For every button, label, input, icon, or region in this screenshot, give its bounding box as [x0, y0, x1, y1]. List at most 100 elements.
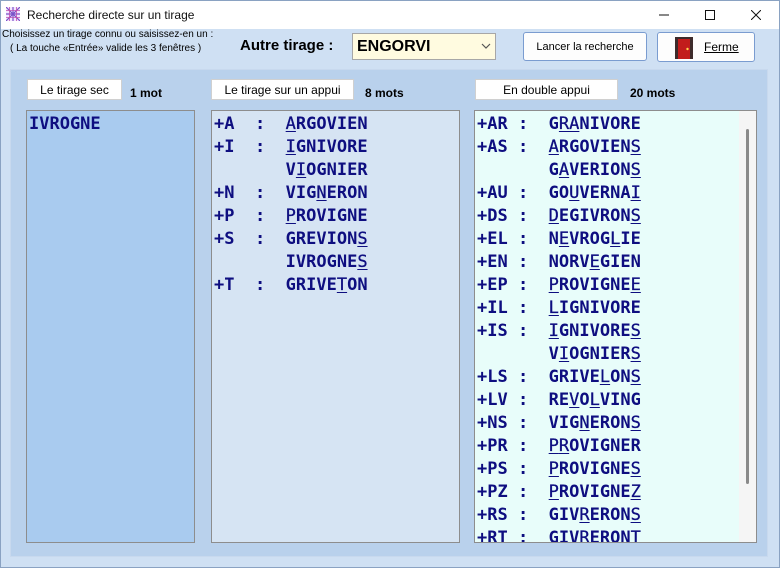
- added-letter: L: [548, 298, 560, 318]
- word-prefix: +LS :: [477, 367, 549, 387]
- word-part: ERON: [589, 413, 631, 433]
- word-row: +EL : NEVROGLIE: [477, 228, 641, 251]
- word-part: NORV: [548, 252, 590, 272]
- word-part: ON: [347, 275, 368, 295]
- word-part: GO: [548, 183, 570, 203]
- added-letter: N: [579, 413, 590, 433]
- word-row: +T : GRIVETON: [214, 274, 368, 297]
- search-button[interactable]: Lancer la recherche: [523, 32, 647, 61]
- close-window-button[interactable]: [733, 1, 779, 29]
- added-letter: S: [357, 229, 368, 249]
- word-part: ROVIGNE: [558, 459, 631, 479]
- added-letter: L: [599, 367, 611, 387]
- added-letter: P: [548, 436, 560, 456]
- tirage-combobox[interactable]: ENGORVI: [352, 33, 496, 60]
- word-row: +IS : IGNIVORES: [477, 320, 641, 343]
- word-part: GREVION: [285, 229, 358, 249]
- tirage-appui-count: 8 mots: [365, 86, 404, 100]
- word-prefix: +A :: [214, 114, 286, 134]
- double-appui-list[interactable]: +AR : GRANIVORE +AS : ARGOVIENS GAVERIONS…: [474, 110, 757, 543]
- added-letter: S: [630, 505, 641, 525]
- word-part: G: [548, 160, 559, 180]
- added-letter: P: [285, 206, 297, 226]
- minimize-icon: [659, 14, 669, 16]
- tirage-appui-button[interactable]: Le tirage sur un appui: [211, 79, 354, 100]
- word-part: VIG: [285, 183, 317, 203]
- tirage-combobox-value[interactable]: ENGORVI: [357, 38, 431, 56]
- word-part: VERNA: [579, 183, 631, 203]
- word-prefix: +P :: [214, 206, 286, 226]
- word-part: GIV: [548, 505, 580, 525]
- added-letter: S: [630, 344, 641, 364]
- word-part: RGOVIEN: [558, 137, 631, 157]
- tirage-appui-list[interactable]: +A : ARGOVIEN +I : IGNIVORE VIOGNIER +N : …: [211, 110, 460, 543]
- added-letter: R: [558, 436, 570, 456]
- window-title: Recherche directe sur un tirage: [27, 8, 195, 22]
- word-prefix: +IL :: [477, 298, 549, 318]
- word-part: GRIVE: [548, 367, 600, 387]
- word-part: VIG: [548, 413, 580, 433]
- scrollbar-thumb[interactable]: [746, 129, 749, 484]
- word-part: I: [558, 298, 570, 318]
- added-letter: P: [548, 275, 560, 295]
- added-letter: A: [548, 137, 560, 157]
- results-area: Le tirage sec 1 mot Le tirage sur un app…: [10, 69, 768, 557]
- word-row: +AR : GRANIVORE: [477, 113, 641, 136]
- word-part: RGOVIEN: [295, 114, 368, 134]
- added-letter: V: [569, 390, 580, 410]
- added-letter: L: [610, 229, 621, 249]
- added-letter: P: [548, 459, 560, 479]
- grid-pattern-icon: [6, 7, 20, 21]
- word-row: +IL : LIGNIVORE: [477, 297, 641, 320]
- word-row: +EN : NORVEGIEN: [477, 251, 641, 274]
- word-row: +RT : GIVRERONT: [477, 527, 641, 543]
- tirage-sec-list[interactable]: IVROGNE: [26, 110, 195, 543]
- word-part: ERON: [589, 505, 631, 525]
- app-window: Recherche directe sur un tirage Choisiss…: [0, 0, 780, 568]
- added-letter: S: [630, 160, 641, 180]
- word-prefix: +I :: [214, 137, 286, 157]
- word-row: +LV : REVOLVING: [477, 389, 641, 412]
- added-letter: P: [548, 482, 560, 502]
- minimize-button[interactable]: [641, 1, 687, 29]
- word-prefix: +AR :: [477, 114, 549, 134]
- word-prefix: +NS :: [477, 413, 549, 433]
- added-letter: I: [630, 183, 641, 203]
- word-part: ERON: [589, 528, 631, 543]
- ferme-button[interactable]: Ferme: [657, 32, 755, 62]
- added-letter: S: [357, 252, 368, 272]
- word-prefix: +LV :: [477, 390, 549, 410]
- added-letter: E: [558, 229, 570, 249]
- maximize-button[interactable]: [687, 1, 733, 29]
- word-row: +P : PROVIGNE: [214, 205, 368, 228]
- tirage-sec-button[interactable]: Le tirage sec: [27, 79, 122, 100]
- word-part: EGIVRON: [558, 206, 631, 226]
- word-row: +S : GREVIONS: [214, 228, 368, 251]
- chevron-down-icon[interactable]: [481, 43, 491, 50]
- added-letter: S: [630, 459, 641, 479]
- word-row: +PR : PROVIGNER: [477, 435, 641, 458]
- title-bar: Recherche directe sur un tirage: [1, 1, 779, 29]
- word-prefix: +RT :: [477, 528, 549, 543]
- word-prefix: +PR :: [477, 436, 549, 456]
- added-letter: S: [630, 321, 641, 341]
- double-appui-words: +AR : GRANIVORE +AS : ARGOVIENS GAVERIONS…: [477, 113, 641, 543]
- word-row: +PS : PROVIGNES: [477, 458, 641, 481]
- word-part: N: [548, 229, 559, 249]
- ferme-button-label: Ferme: [704, 40, 739, 54]
- word-part: IVROGNE: [285, 252, 358, 272]
- instructions-line2: ( La touche «Entrée» valide les 3 fenêtr…: [10, 43, 202, 54]
- word-row: +DS : DEGIVRONS: [477, 205, 641, 228]
- instructions-line1: Choisissez un tirage connu ou saisissez-…: [2, 29, 214, 40]
- added-letter: I: [295, 160, 307, 180]
- word-part: GIEN: [599, 252, 641, 272]
- word-row: VIOGNIERS: [477, 343, 641, 366]
- tirage-sec-count: 1 mot: [130, 86, 163, 100]
- word-part: VROG: [569, 229, 611, 249]
- word-prefix: [214, 252, 286, 272]
- word-prefix: +EN :: [477, 252, 549, 272]
- word-prefix: +T :: [214, 275, 286, 295]
- double-appui-scrollbar[interactable]: [739, 111, 756, 542]
- double-appui-button[interactable]: En double appui: [475, 79, 618, 100]
- close-icon: [751, 10, 761, 20]
